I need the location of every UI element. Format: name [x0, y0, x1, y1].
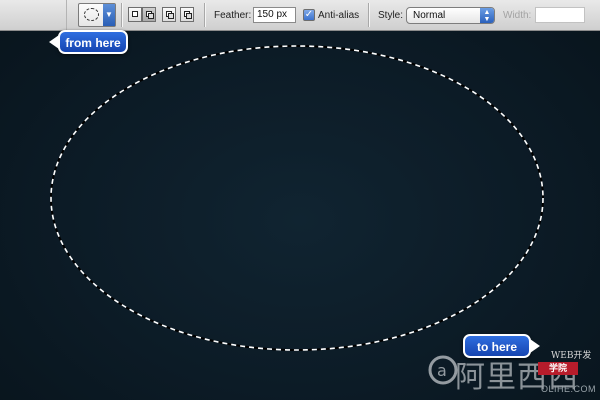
elliptical-marquee-icon	[84, 8, 99, 21]
add-to-selection-button[interactable]	[142, 7, 156, 22]
subtract-from-selection-button[interactable]	[162, 7, 176, 22]
watermark-badge: 学院	[538, 362, 578, 375]
feather-input[interactable]: 150 px	[253, 7, 296, 23]
options-bar: ▼ Feather: 150 px ✓ Anti-alias Style: No…	[0, 0, 600, 31]
new-selection-icon	[132, 11, 138, 17]
style-select-value: Normal	[413, 10, 446, 21]
new-selection-button[interactable]	[128, 7, 142, 22]
select-arrows-icon: ▲ ▼	[480, 8, 494, 23]
tool-grip	[0, 0, 67, 30]
width-label: Width:	[503, 10, 532, 21]
style-select[interactable]: Normal ▲ ▼	[406, 7, 495, 24]
watermark-logo-icon: a	[428, 355, 458, 385]
divider	[368, 3, 369, 27]
feather-label: Feather:	[214, 10, 252, 21]
divider	[204, 3, 205, 27]
svg-text:a: a	[437, 361, 447, 380]
intersect-selection-button[interactable]	[180, 7, 194, 22]
divider	[121, 3, 122, 27]
from-here-callout: from here	[49, 30, 128, 54]
watermark-sub-text: OLIHE.COM	[541, 384, 597, 394]
antialias-label: Anti-alias	[318, 10, 360, 21]
width-input[interactable]	[535, 7, 585, 23]
style-label: Style:	[378, 10, 404, 21]
antialias-checkbox[interactable]: ✓	[303, 9, 315, 21]
tool-preset-picker[interactable]: ▼	[78, 3, 116, 27]
dropdown-arrow-icon: ▼	[103, 4, 115, 26]
